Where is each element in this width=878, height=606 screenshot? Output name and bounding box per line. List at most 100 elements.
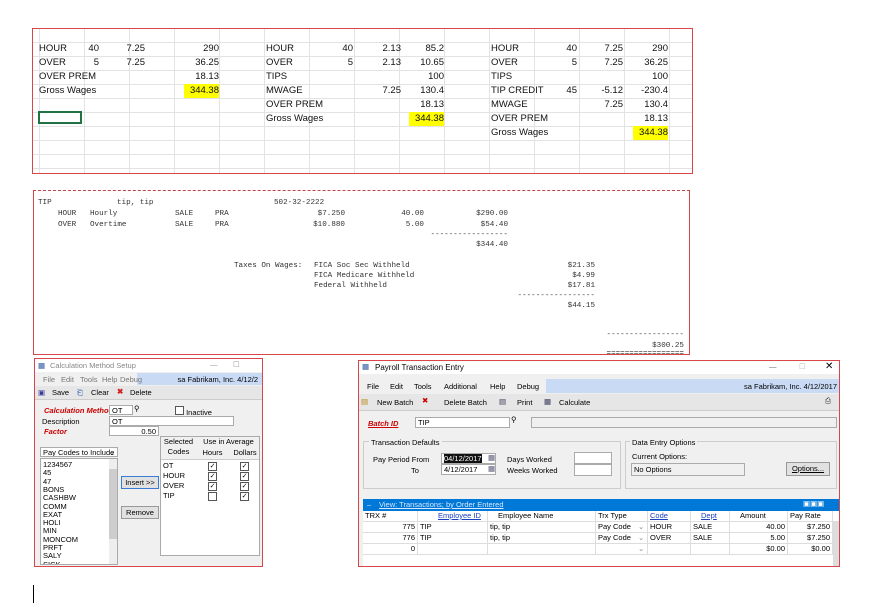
menu-item-debug[interactable]: Debug — [120, 375, 142, 384]
hours-checkbox[interactable]: ✓ — [208, 472, 217, 481]
grid-cell[interactable]: HOUR — [648, 522, 691, 532]
maximize-icon[interactable]: ☐ — [233, 360, 240, 369]
grid-cell[interactable]: TIP — [418, 522, 488, 532]
grid-cell[interactable]: 40.00 — [730, 522, 788, 532]
days-worked-input[interactable] — [574, 452, 612, 464]
report-text: HOUR — [58, 210, 77, 218]
dollars-checkbox[interactable]: ✓ — [240, 482, 249, 491]
menu-item-file[interactable]: File — [367, 382, 379, 391]
calc-method-input[interactable]: OT — [109, 405, 133, 415]
cell-label: Gross Wages — [39, 85, 97, 96]
hours-checkbox[interactable]: ✓ — [208, 462, 217, 471]
cell-value: 2.13 — [382, 43, 402, 54]
menu-item-edit[interactable]: Edit — [390, 382, 403, 391]
lookup-icon[interactable]: ⚲ — [134, 404, 140, 413]
dollars-checkbox[interactable]: ✓ — [240, 462, 249, 471]
menu-item-debug[interactable]: Debug — [517, 382, 539, 391]
collapse-icon[interactable]: – — [367, 500, 371, 509]
minimize-icon[interactable]: — — [210, 360, 218, 369]
table-row[interactable]: 775 TIP tip, tip Pay Code HOUR SALE 40.00 $7.25… — [363, 522, 839, 533]
dropdown-chevron-icon[interactable]: ⌄ — [638, 522, 644, 531]
weeks-worked-input[interactable] — [574, 464, 612, 476]
column-header-employee-id[interactable]: Employee ID — [418, 511, 488, 521]
cell-value: 7.25 — [604, 57, 624, 68]
list-item[interactable]: SICK — [43, 560, 61, 564]
cell-value: 5 — [347, 57, 353, 68]
print-button[interactable]: Print — [517, 398, 532, 407]
batch-id-input[interactable]: TIP — [415, 417, 510, 428]
new-batch-button[interactable]: New Batch — [377, 398, 413, 407]
cell-label: OVER PREM — [266, 99, 324, 110]
grid-cell[interactable]: 5.00 — [730, 533, 788, 543]
hours-checkbox[interactable] — [208, 492, 217, 501]
menu-item-additional[interactable]: Additional — [444, 382, 477, 391]
grid-cell[interactable]: $7.250 — [788, 522, 833, 532]
dollars-checkbox[interactable]: ✓ — [240, 472, 249, 481]
table-row[interactable]: 0 $0.00 $0.00 ⌄ — [363, 544, 839, 555]
lookup-icon[interactable]: ⚲ — [511, 415, 517, 424]
selected-cell[interactable] — [38, 111, 82, 124]
grid-cell[interactable]: 776 — [363, 533, 418, 543]
selected-code[interactable]: TIP — [163, 491, 175, 500]
grid-cell[interactable]: $7.250 — [788, 533, 833, 543]
dollars-checkbox[interactable]: ✓ — [240, 492, 249, 501]
grid-cell[interactable] — [418, 544, 488, 554]
menu-item-tools[interactable]: Tools — [80, 375, 98, 384]
maximize-icon[interactable]: ☐ — [799, 362, 806, 371]
grid-options-icon[interactable]: ▣▣▣ — [803, 499, 824, 508]
scrollbar[interactable] — [109, 459, 117, 564]
delete-batch-button[interactable]: Delete Batch — [444, 398, 487, 407]
grid-cell[interactable] — [691, 544, 730, 554]
dropdown-chevron-icon[interactable]: ⌄ — [638, 533, 644, 542]
selected-code[interactable]: OVER — [163, 481, 184, 490]
insert-button[interactable]: Insert >> — [121, 476, 159, 489]
grid-cell[interactable]: 0 — [363, 544, 418, 554]
ssn: 502-32-2222 — [274, 199, 325, 207]
hours-checkbox[interactable]: ✓ — [208, 482, 217, 491]
menu-item-edit[interactable]: Edit — [61, 375, 74, 384]
menu-item-help[interactable]: Help — [490, 382, 505, 391]
menu-item-file[interactable]: File — [43, 375, 55, 384]
calculate-button[interactable]: Calculate — [559, 398, 590, 407]
menu-item-help[interactable]: Help — [102, 375, 117, 384]
dropdown-chevron-icon[interactable]: ⌄ — [638, 544, 644, 553]
grid-cell[interactable]: tip, tip — [488, 522, 596, 532]
grid-cell[interactable]: $0.00 — [730, 544, 788, 554]
grid-cell[interactable]: SALE — [691, 533, 730, 543]
remove-button[interactable]: Remove — [121, 506, 159, 519]
grid-cell[interactable] — [488, 544, 596, 554]
cell-value: 40 — [566, 43, 577, 54]
cell-value: 7.25 — [126, 43, 146, 54]
close-icon[interactable]: ✕ — [825, 361, 833, 372]
menu-item-tools[interactable]: Tools — [414, 382, 432, 391]
clear-button[interactable]: Clear — [91, 388, 109, 397]
cell-label: Gross Wages — [491, 127, 549, 138]
grid-cell[interactable]: tip, tip — [488, 533, 596, 543]
batch-id-label[interactable]: Batch ID — [368, 419, 398, 428]
delete-button[interactable]: Delete — [130, 388, 152, 397]
calendar-icon[interactable]: ▦ — [488, 464, 495, 473]
pay-codes-list[interactable]: 1234567 45 47 BONS CASHBW COMM EXAT HOLI MIN MONC… — [40, 458, 118, 565]
pay-codes-dropdown[interactable]: Pay Codes to Include ⌄ — [40, 447, 118, 457]
selected-code[interactable]: OT — [163, 461, 173, 470]
save-button[interactable]: Save — [52, 388, 69, 397]
grid-cell[interactable]: OVER — [648, 533, 691, 543]
column-header-code[interactable]: Code — [648, 511, 691, 521]
calendar-icon[interactable]: ▦ — [488, 453, 495, 462]
factor-input[interactable]: 0.50 — [109, 426, 159, 436]
view-selector[interactable]: View: Transactions; by Order Entered — [379, 500, 504, 509]
column-header-dept[interactable]: Dept — [691, 511, 730, 521]
grid-cell[interactable]: SALE — [691, 522, 730, 532]
grid-cell[interactable]: 775 — [363, 522, 418, 532]
scrollbar[interactable] — [833, 522, 839, 566]
selected-code[interactable]: HOUR — [163, 471, 185, 480]
minimize-icon[interactable]: — — [769, 362, 777, 371]
grid-cell[interactable] — [648, 544, 691, 554]
table-row[interactable]: 776 TIP tip, tip Pay Code OVER SALE 5.00 $7.250… — [363, 533, 839, 544]
cell-value: 7.25 — [604, 99, 624, 110]
grid-cell[interactable]: $0.00 — [788, 544, 833, 554]
options-button[interactable]: Options... — [786, 462, 830, 476]
description-input[interactable]: OT — [109, 416, 234, 426]
printer-icon[interactable]: ⎙ — [825, 396, 831, 406]
grid-cell[interactable]: TIP — [418, 533, 488, 543]
